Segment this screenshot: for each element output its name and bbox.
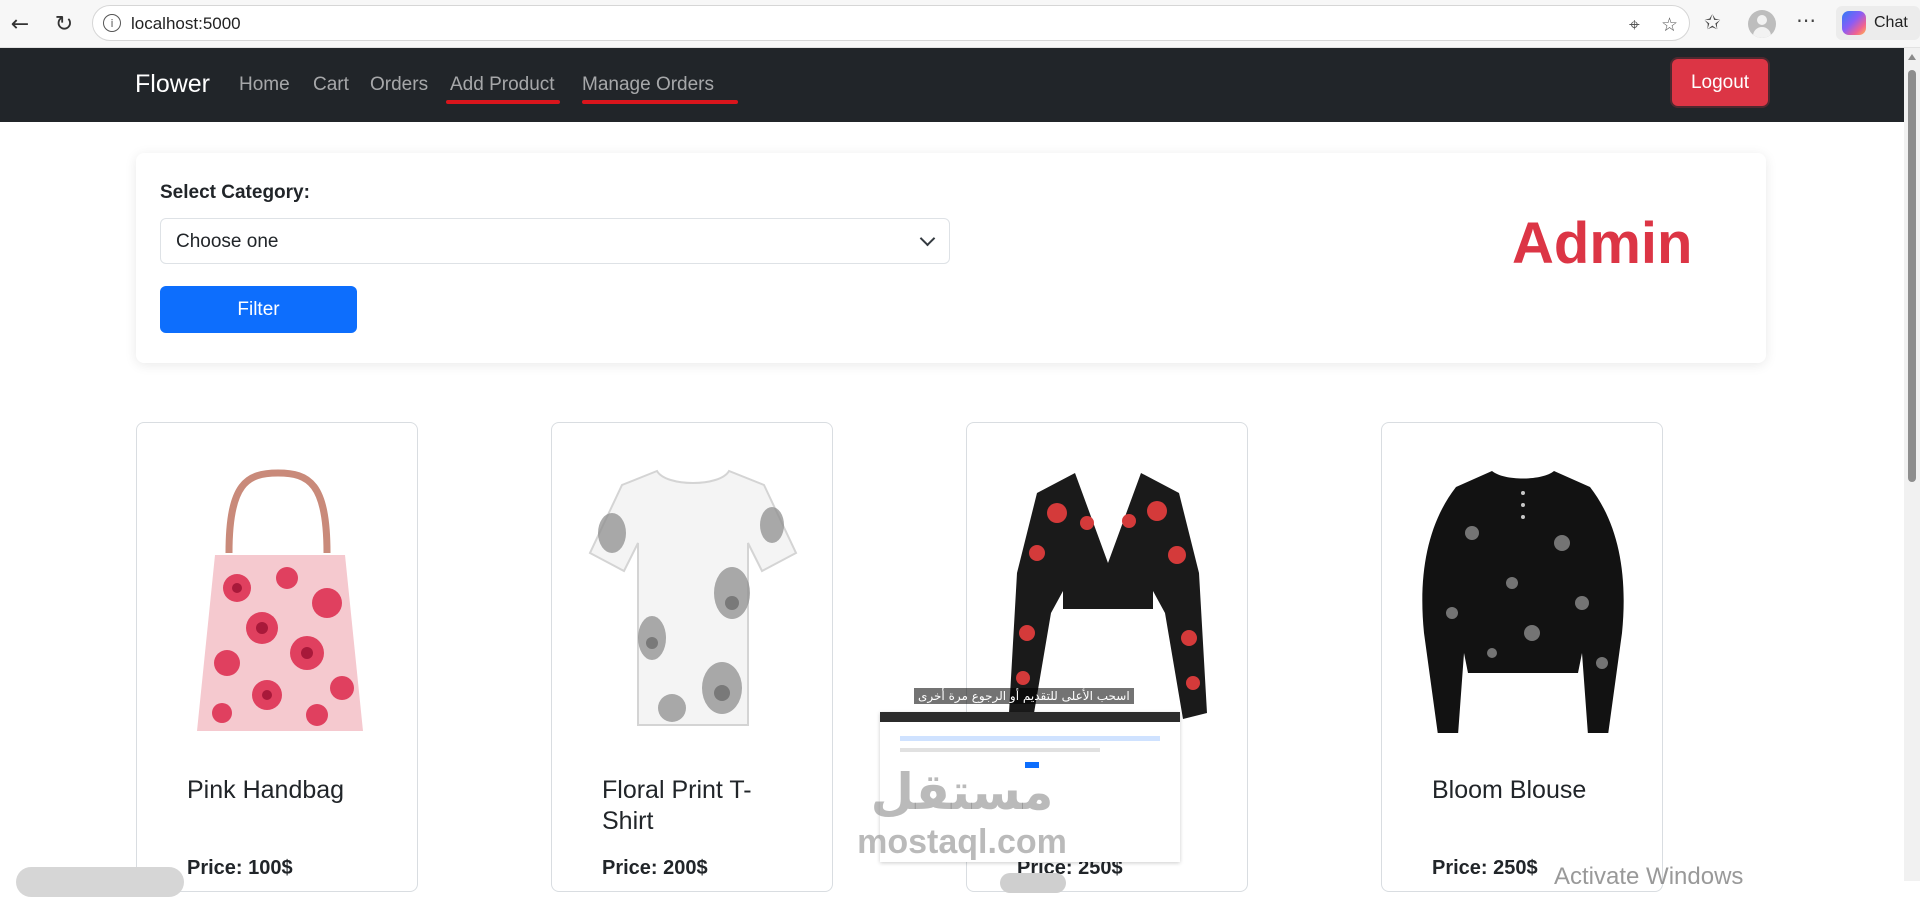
product-card-floral-print-t-shirt[interactable]: Floral Print T-Shirt Price: 200$: [551, 422, 833, 892]
browser-toolbar: ← ↻ i localhost:5000 ⌖ ☆ ✩ ⋯ Chat: [0, 0, 1920, 48]
watermark-site: mostaql.com: [857, 823, 1067, 861]
site-info-icon[interactable]: i: [103, 14, 121, 32]
player-control-pill: [16, 867, 184, 897]
product-name: Floral Print T-Shirt: [602, 776, 752, 835]
highlight-underline-add-product: [446, 100, 560, 104]
chat-label: Chat: [1874, 14, 1908, 31]
scrollbar-thumb[interactable]: [1908, 70, 1916, 482]
copilot-chat-button[interactable]: Chat: [1836, 6, 1920, 40]
bloom-blouse-image: [1422, 471, 1624, 733]
mostaql-watermark: مستقل mostaql.com: [842, 762, 1082, 874]
profile-avatar[interactable]: [1748, 10, 1776, 38]
filter-card: Select Category: Choose one Filter Admin: [136, 153, 1766, 363]
chevron-down-icon: [919, 230, 936, 247]
admin-role-label: Admin: [1512, 211, 1693, 276]
category-selected-value: Choose one: [176, 231, 279, 252]
watermark-arabic: مستقل: [870, 763, 1054, 821]
logout-button[interactable]: Logout: [1672, 59, 1768, 106]
product-card-bloom-blouse[interactable]: Bloom Blouse Price: 250$: [1381, 422, 1663, 892]
page-scrollbar[interactable]: [1904, 48, 1920, 881]
thumbnail-caption: اسحب الأعلى للتقديم أو الرجوع مرة أخرى: [914, 688, 1134, 704]
nav-cart[interactable]: Cart: [313, 74, 349, 96]
favorites-icon[interactable]: ✩: [1704, 10, 1721, 34]
floral-tshirt-image: [588, 469, 798, 726]
nav-home[interactable]: Home: [239, 74, 290, 96]
scroll-up-arrow-icon[interactable]: [1908, 54, 1916, 60]
address-url[interactable]: localhost:5000: [131, 14, 241, 34]
refresh-icon[interactable]: ↻: [50, 10, 78, 38]
product-card-pink-handbag[interactable]: Pink Handbag Price: 100$: [136, 422, 418, 892]
category-select[interactable]: Choose one: [160, 218, 950, 264]
filter-button[interactable]: Filter: [160, 286, 357, 333]
activate-windows-notice: Activate Windows: [1554, 863, 1744, 890]
address-bar[interactable]: i localhost:5000 ⌖ ☆: [92, 5, 1690, 41]
thumbnail-line: [900, 736, 1160, 741]
highlight-underline-manage-orders: [582, 100, 738, 104]
player-control-pill: [1000, 873, 1066, 893]
product-price: Price: 200$: [602, 857, 708, 879]
category-label: Select Category:: [160, 182, 310, 203]
pink-handbag-image: [197, 469, 363, 731]
favorite-star-icon[interactable]: ☆: [1661, 14, 1678, 36]
product-price: Price: 100$: [187, 857, 293, 879]
thumbnail-line: [900, 748, 1100, 752]
product-name: Pink Handbag: [187, 776, 345, 804]
app-navbar: Flower Home Cart Orders Add Product Mana…: [0, 48, 1904, 122]
copilot-icon: [1842, 11, 1866, 35]
nav-add-product[interactable]: Add Product: [450, 74, 555, 96]
product-name: Bloom Blouse: [1432, 776, 1587, 804]
brand-logo[interactable]: Flower: [135, 70, 210, 99]
more-options-icon[interactable]: ⋯: [1796, 8, 1816, 32]
nav-manage-orders[interactable]: Manage Orders: [582, 74, 714, 96]
product-price: Price: 250$: [1432, 857, 1538, 879]
back-icon[interactable]: ←: [6, 10, 34, 38]
location-icon[interactable]: ⌖: [1629, 14, 1640, 36]
nav-orders[interactable]: Orders: [370, 74, 428, 96]
